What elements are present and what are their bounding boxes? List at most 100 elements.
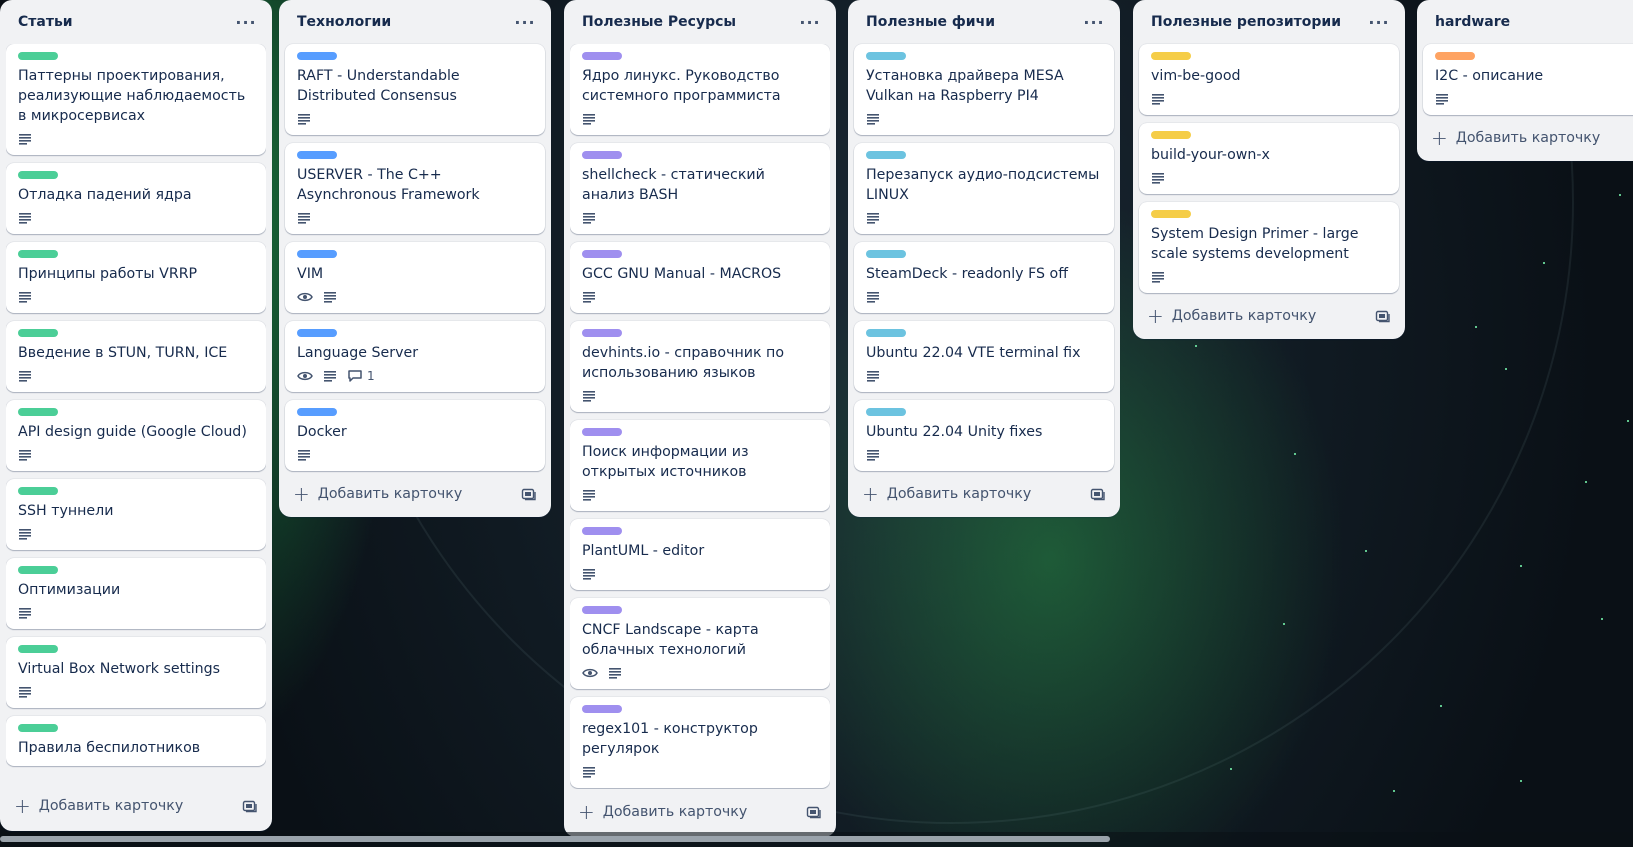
card-label[interactable] (582, 329, 622, 337)
card[interactable]: devhints.io - справочник по использовани… (570, 321, 830, 412)
add-card-button[interactable]: + Добавить карточку (862, 482, 1031, 506)
card[interactable]: Принципы работы VRRP (6, 242, 266, 313)
card-label[interactable] (582, 151, 622, 159)
card-label[interactable] (866, 151, 906, 159)
card-label[interactable] (18, 329, 58, 337)
card-label[interactable] (18, 171, 58, 179)
card-label[interactable] (18, 487, 58, 495)
card[interactable]: build-your-own-x (1139, 123, 1399, 194)
card-label[interactable] (866, 329, 906, 337)
card[interactable]: System Design Primer - large scale syste… (1139, 202, 1399, 293)
card[interactable]: RAFT - Understandable Distributed Consen… (285, 44, 545, 135)
card[interactable]: Паттерны проектирования, реализующие наб… (6, 44, 266, 155)
card[interactable]: SteamDeck - readonly FS off (854, 242, 1114, 313)
card[interactable]: regex101 - конструктор регулярок (570, 697, 830, 788)
card-label[interactable] (297, 151, 337, 159)
card-label[interactable] (582, 705, 622, 713)
description-icon (582, 567, 596, 581)
card-label[interactable] (297, 52, 337, 60)
card-label[interactable] (582, 428, 622, 436)
card[interactable]: CNCF Landscape - карта облачных технолог… (570, 598, 830, 689)
card-label[interactable] (1151, 52, 1191, 60)
card-label[interactable] (582, 250, 622, 258)
list-menu-button[interactable]: ··· (796, 8, 824, 36)
card-label[interactable] (18, 408, 58, 416)
scrollbar-thumb[interactable] (0, 836, 1110, 842)
card[interactable]: SSH туннели (6, 479, 266, 550)
card-label[interactable] (18, 52, 58, 60)
card[interactable]: Отладка падений ядра (6, 163, 266, 234)
add-card-button[interactable]: + Добавить карточку (1147, 306, 1316, 326)
card[interactable]: PlantUML - editor (570, 519, 830, 590)
list-poleznye-resursy: Полезные Ресурсы ··· Ядро линукс. Руково… (564, 0, 836, 837)
add-card-button[interactable]: + Добавить карточку (14, 796, 184, 816)
list-title[interactable]: Полезные Ресурсы (582, 14, 736, 30)
board-horizontal-scrollbar[interactable] (0, 832, 1633, 847)
card-label[interactable] (18, 250, 58, 258)
add-card-label: Добавить карточку (38, 798, 184, 814)
card-label[interactable] (18, 566, 58, 574)
comments-count: 1 (367, 369, 375, 383)
card-label[interactable] (18, 724, 58, 732)
card-label[interactable] (1151, 210, 1191, 218)
card[interactable]: Правила беспилотников (6, 716, 266, 766)
list-title[interactable]: hardware (1435, 14, 1510, 30)
card[interactable]: VIM (285, 242, 545, 313)
card-label[interactable] (866, 250, 906, 258)
card[interactable]: Оптимизации (6, 558, 266, 629)
card-badges (866, 289, 1102, 305)
card[interactable]: Docker (285, 400, 545, 471)
list-menu-button[interactable]: ··· (1080, 8, 1108, 36)
card[interactable]: Ubuntu 22.04 VTE terminal fix (854, 321, 1114, 392)
description-icon (582, 765, 596, 779)
card[interactable]: vim-be-good (1139, 44, 1399, 115)
list-title[interactable]: Технологии (297, 14, 391, 30)
list-menu-button[interactable]: ··· (511, 8, 539, 36)
list-title[interactable]: Полезные репозитории (1151, 14, 1341, 30)
card[interactable]: shellcheck - статический анализ BASH (570, 143, 830, 234)
create-from-template-icon[interactable] (242, 799, 258, 813)
card-label[interactable] (582, 52, 622, 60)
add-card-button[interactable]: + Добавить карточку (1431, 128, 1600, 148)
card-label[interactable] (582, 527, 622, 535)
card-label[interactable] (1435, 52, 1475, 60)
card-label[interactable] (18, 645, 58, 653)
list-header: Полезные репозитории ··· (1139, 0, 1399, 44)
card-label[interactable] (866, 408, 906, 416)
card-title: SteamDeck - readonly FS off (866, 266, 1068, 282)
plus-icon: + (862, 482, 879, 506)
card-label[interactable] (1151, 131, 1191, 139)
card[interactable]: Language Server 1 (285, 321, 545, 392)
card[interactable]: I2C - описание (1423, 44, 1633, 115)
card[interactable]: Virtual Box Network settings (6, 637, 266, 708)
card-label[interactable] (866, 52, 906, 60)
card-badges (18, 368, 254, 384)
card-label[interactable] (297, 329, 337, 337)
card[interactable]: Ядро линукс. Руководство системного прог… (570, 44, 830, 135)
create-from-template-icon[interactable] (1090, 487, 1106, 501)
list-menu-button[interactable]: ··· (232, 8, 260, 36)
card[interactable]: Установка драйвера MESA Vulkan на Raspbe… (854, 44, 1114, 135)
card[interactable]: Ubuntu 22.04 Unity fixes (854, 400, 1114, 471)
create-from-template-icon[interactable] (1375, 309, 1391, 323)
description-icon (582, 112, 596, 126)
card-label[interactable] (582, 606, 622, 614)
card[interactable]: Введение в STUN, TURN, ICE (6, 321, 266, 392)
create-from-template-icon[interactable] (521, 487, 537, 501)
list-title[interactable]: Статьи (18, 14, 73, 30)
card[interactable]: Перезапуск аудио-подсистемы LINUX (854, 143, 1114, 234)
list-footer: + Добавить карточку (1423, 115, 1633, 161)
add-card-button[interactable]: + Добавить карточку (578, 802, 747, 822)
card-label[interactable] (297, 250, 337, 258)
card[interactable]: USERVER - The C++ Asynchronous Framework (285, 143, 545, 234)
card-title: SSH туннели (18, 503, 114, 519)
add-card-button[interactable]: + Добавить карточку (293, 484, 462, 504)
card-label[interactable] (297, 408, 337, 416)
card[interactable]: GCC GNU Manual - MACROS (570, 242, 830, 313)
create-from-template-icon[interactable] (806, 805, 822, 819)
list-title[interactable]: Полезные фичи (866, 14, 995, 30)
card-title: RAFT - Understandable Distributed Consen… (297, 68, 460, 104)
card[interactable]: Поиск информации из открытых источников (570, 420, 830, 511)
card[interactable]: API design guide (Google Cloud) (6, 400, 266, 471)
list-menu-button[interactable]: ··· (1365, 8, 1393, 36)
